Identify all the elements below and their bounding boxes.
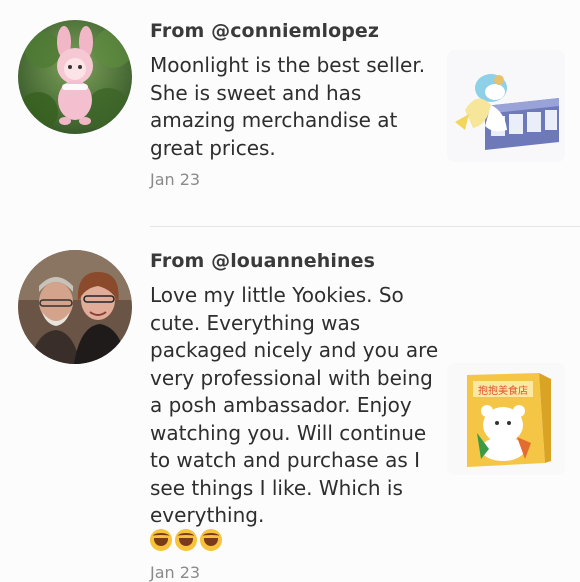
review-text: Love my little Yookies. So cute. Everyth… [150, 283, 439, 527]
box-label: 抱抱美食店 [478, 384, 528, 397]
product-thumbnail[interactable] [447, 50, 565, 162]
rolling-on-floor-laughing-emoji-icon [175, 529, 197, 551]
review-author[interactable]: From @louannehines [150, 250, 375, 272]
couple-photo-avatar-icon [18, 250, 132, 364]
emoji-row [150, 529, 222, 551]
rolling-on-floor-laughing-emoji-icon [150, 529, 172, 551]
review-item: From @louannehines Love my little Yookie… [0, 227, 580, 582]
review-date: Jan 23 [150, 563, 201, 582]
review-date: Jan 23 [150, 170, 201, 189]
review-author[interactable]: From @conniemlopez [150, 20, 379, 42]
product-thumbnail[interactable]: 抱抱美食店 [447, 363, 565, 475]
reviewer-avatar[interactable] [18, 20, 132, 134]
pink-plush-doll-avatar-icon [18, 20, 132, 134]
reviewer-avatar[interactable] [18, 250, 132, 364]
rolling-on-floor-laughing-emoji-icon [200, 529, 222, 551]
blind-box-figures-thumbnail-icon [447, 50, 565, 162]
yellow-product-box-thumbnail-icon: 抱抱美食店 [447, 363, 565, 475]
review-item: From @conniemlopez Moonlight is the best… [0, 0, 580, 226]
review-text: Moonlight is the best seller. She is swe… [150, 53, 426, 160]
